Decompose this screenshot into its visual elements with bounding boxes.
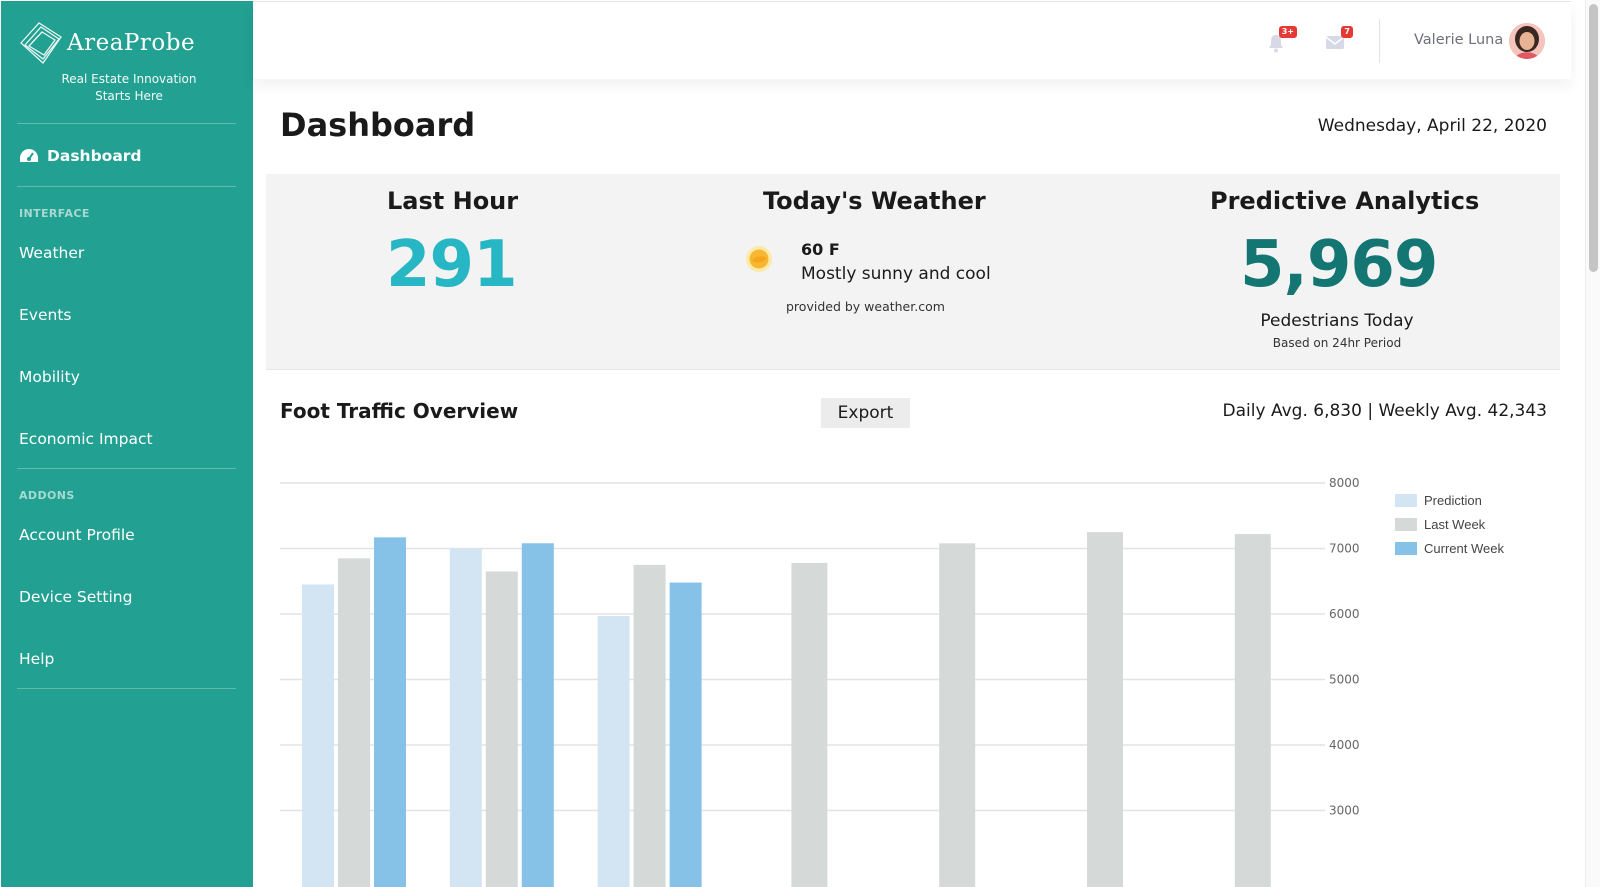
page-scrollbar[interactable] [1585, 0, 1600, 887]
y-tick-label: 5000 [1329, 673, 1360, 687]
export-button[interactable]: Export [821, 398, 910, 428]
bar-last-week [485, 571, 518, 887]
topbar-divider [1379, 19, 1380, 63]
legend-swatch [1395, 494, 1417, 507]
bar-prediction [597, 615, 630, 887]
sidebar-item-label: Weather [19, 244, 85, 262]
legend-label: Current Week [1424, 541, 1504, 556]
scrollbar-thumb[interactable] [1589, 4, 1598, 272]
sidebar-divider [17, 468, 236, 469]
pedestrians-sublabel: Based on 24hr Period [1272, 336, 1402, 350]
bar-last-week [338, 558, 370, 887]
sidebar-item-label: Economic Impact [19, 430, 153, 448]
sidebar-divider [17, 123, 236, 124]
legend-label: Last Week [1424, 517, 1486, 532]
legend-swatch [1395, 542, 1417, 555]
page-date: Wednesday, April 22, 2020 [1317, 116, 1547, 136]
y-tick-label: 3000 [1329, 804, 1360, 818]
page-title: Dashboard [280, 106, 476, 144]
top-bar: 3+ 7 Valerie Luna [253, 1, 1571, 79]
bar-prediction [449, 548, 482, 887]
sun-icon [746, 246, 772, 272]
tachometer-icon [20, 149, 38, 162]
sidebar: AreaProbe Real Estate Innovation Starts … [1, 1, 253, 887]
y-tick-label: 8000 [1329, 476, 1360, 490]
sidebar-item-label: Account Profile [19, 526, 135, 544]
sidebar-item-label: Mobility [19, 368, 80, 386]
predictive-value: 5,969 [1240, 228, 1438, 302]
stats-panel: Last Hour 291 Today's Weather 60 F Mostl… [266, 174, 1560, 370]
weather-temperature: 60 F [801, 240, 840, 259]
bar-last-week [939, 543, 976, 887]
sidebar-divider [17, 688, 236, 689]
foot-traffic-title: Foot Traffic Overview [280, 399, 519, 423]
y-tick-label: 7000 [1329, 542, 1360, 556]
traffic-averages: Daily Avg. 6,830 | Weekly Avg. 42,343 [1222, 401, 1547, 421]
sidebar-item-events[interactable]: Events [19, 306, 71, 324]
messages-button[interactable]: 7 [1325, 26, 1353, 53]
weather-heading: Today's Weather [763, 187, 986, 215]
bar-last-week [791, 562, 828, 887]
weather-provider: provided by weather.com [786, 299, 945, 314]
last-hour-value: 291 [386, 228, 518, 302]
areaprobe-logo-icon [20, 22, 62, 64]
y-tick-label: 6000 [1329, 607, 1360, 621]
messages-badge: 7 [1341, 26, 1353, 38]
legend-label: Prediction [1424, 493, 1482, 508]
pedestrians-label: Pedestrians Today [1260, 311, 1414, 331]
sidebar-item-account-profile[interactable]: Account Profile [19, 526, 135, 544]
sidebar-item-label: Events [19, 306, 72, 324]
notifications-badge: 3+ [1278, 26, 1297, 38]
user-avatar-icon [1509, 23, 1545, 59]
brand-tagline-line1: Real Estate Innovation [61, 72, 197, 86]
sidebar-item-label: Device Setting [19, 588, 133, 606]
sidebar-item-weather[interactable]: Weather [19, 244, 84, 262]
notifications-button[interactable]: 3+ [1267, 26, 1297, 53]
chart-svg: 8000 7000 6000 5000 4000 3000 Prediction Last W… [280, 476, 1504, 887]
weather-condition: Mostly sunny and cool [801, 264, 991, 284]
sidebar-divider [17, 186, 236, 187]
bar-current-week [669, 582, 702, 887]
user-name[interactable]: Valerie Luna [1414, 32, 1503, 48]
legend-swatch [1395, 518, 1417, 531]
brand[interactable]: AreaProbe Real Estate Innovation Starts … [17, 21, 237, 111]
predictive-heading: Predictive Analytics [1210, 187, 1480, 215]
bar-last-week [1234, 534, 1271, 887]
bar-current-week [374, 537, 406, 887]
sidebar-item-label: Dashboard [47, 147, 142, 165]
sidebar-item-mobility[interactable]: Mobility [19, 368, 80, 386]
sidebar-item-device-setting[interactable]: Device Setting [19, 588, 132, 606]
sidebar-section-interface: INTERFACE [19, 207, 90, 220]
sidebar-item-economic-impact[interactable]: Economic Impact [19, 430, 153, 448]
sidebar-section-addons: ADDONS [19, 489, 75, 502]
bar-current-week [521, 543, 554, 887]
y-tick-label: 4000 [1329, 738, 1360, 752]
sidebar-item-label: Help [19, 650, 55, 668]
last-hour-heading: Last Hour [387, 187, 519, 215]
bar-last-week [1087, 532, 1123, 887]
sidebar-item-dashboard[interactable]: Dashboard [19, 147, 142, 165]
bar-prediction [302, 584, 334, 887]
brand-tagline-line2: Starts Here [95, 89, 163, 103]
brand-name: AreaProbe [67, 30, 196, 56]
brand-tagline: Real Estate Innovation Starts Here [17, 71, 241, 105]
foot-traffic-chart: 8000 7000 6000 5000 4000 3000 Prediction Last W… [280, 470, 1550, 887]
sidebar-item-help[interactable]: Help [19, 650, 54, 668]
bar-last-week [633, 564, 666, 887]
avatar[interactable] [1509, 23, 1545, 59]
